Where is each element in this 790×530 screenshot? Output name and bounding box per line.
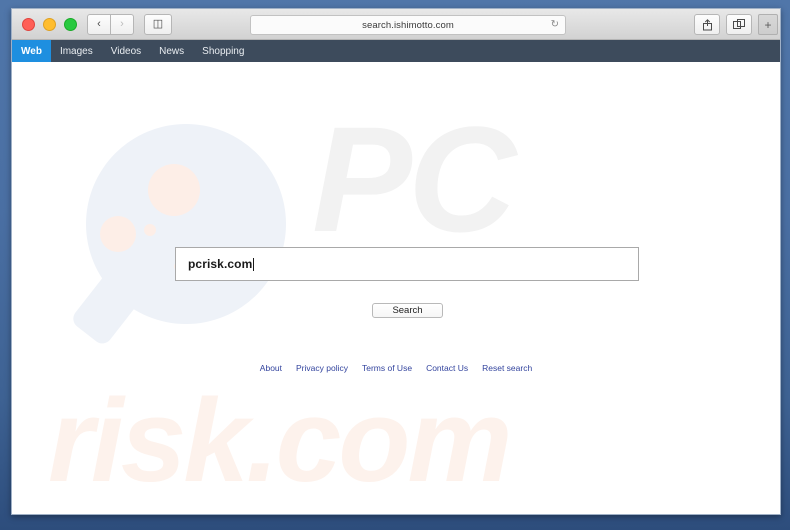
url-text: search.ishimotto.com [362,19,454,31]
search-input-value: pcrisk.com [188,257,253,271]
nav-item-images[interactable]: Images [51,40,102,62]
reload-icon[interactable]: ↻ [551,20,559,30]
nav-item-shopping[interactable]: Shopping [193,40,253,62]
watermark-pc-text: PC [312,95,516,263]
address-bar[interactable]: search.ishimotto.com ↻ [250,15,566,35]
nav-item-web[interactable]: Web [12,40,51,62]
window-controls [22,17,77,31]
page-content: PC risk.com pcrisk.com Search About Priv… [12,62,780,514]
new-tab-button[interactable]: + [758,14,778,35]
toolbar-right-group: + [694,14,778,35]
back-button[interactable]: ‹ [87,13,111,35]
footer-link-reset-search[interactable]: Reset search [482,363,532,373]
magnifier-dot [148,164,200,216]
watermark-risk-text: risk.com [48,375,512,507]
minimize-window-button[interactable] [43,17,56,31]
footer-links: About Privacy policy Terms of Use Contac… [12,363,780,373]
magnifier-dot [100,216,136,252]
footer-link-contact-us[interactable]: Contact Us [426,363,468,373]
magnifying-glass-watermark-icon [69,124,306,364]
text-caret [253,257,255,271]
zoom-window-button[interactable] [64,17,77,31]
site-navigation-bar: Web Images Videos News Shopping [12,40,780,62]
footer-link-terms-of-use[interactable]: Terms of Use [362,363,412,373]
footer-link-privacy-policy[interactable]: Privacy policy [296,363,348,373]
show-tabs-icon[interactable] [726,14,752,35]
sidebar-toggle-icon[interactable]: ◫ [144,13,172,35]
browser-window: ‹ › ◫ search.ishimotto.com ↻ + Web Image… [11,8,781,515]
nav-item-news[interactable]: News [150,40,193,62]
close-window-button[interactable] [22,17,35,31]
footer-link-about[interactable]: About [260,363,282,373]
desktop-background: ‹ › ◫ search.ishimotto.com ↻ + Web Image… [0,0,790,530]
magnifier-dot [144,224,156,236]
browser-toolbar: ‹ › ◫ search.ishimotto.com ↻ + [12,9,780,40]
share-icon[interactable] [694,14,720,35]
search-input[interactable]: pcrisk.com [175,247,639,281]
nav-item-videos[interactable]: Videos [102,40,150,62]
search-button[interactable]: Search [372,303,443,318]
forward-button[interactable]: › [111,13,134,35]
navigation-buttons: ‹ › [87,13,134,35]
